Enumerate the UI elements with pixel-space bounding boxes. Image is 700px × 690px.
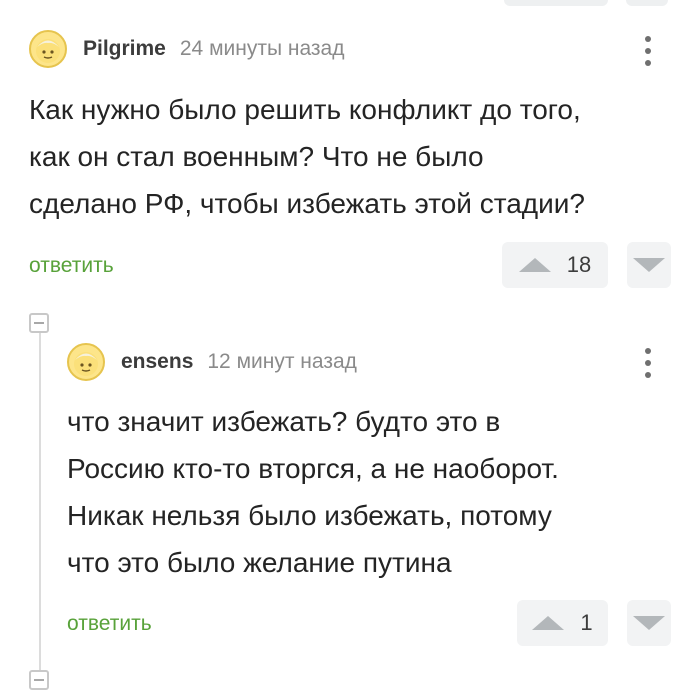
collapse-thread-button[interactable]	[29, 670, 49, 690]
author-name[interactable]: Pilgrime	[83, 37, 166, 61]
avatar-face-icon	[74, 352, 98, 376]
minus-icon	[34, 322, 44, 324]
comment-text-line: Как нужно было решить конфликт до того,	[29, 94, 581, 125]
comment-text-line: Никак нельзя было избежать, потому	[67, 500, 552, 531]
previous-downvote-edge	[626, 0, 668, 6]
upvote-button[interactable]: 18	[502, 242, 608, 288]
comment-text-line: Россию кто-то вторгся, а не наоборот.	[67, 453, 559, 484]
reply-link[interactable]: ответить	[29, 254, 114, 278]
comment-text: Как нужно было решить конфликт до того, …	[29, 86, 585, 227]
comment-text: что значит избежать? будто это в Россию …	[67, 398, 559, 586]
thread-line	[39, 332, 41, 677]
comment-text-line: сделано РФ, чтобы избежать этой стадии?	[29, 188, 585, 219]
downvote-button[interactable]	[627, 600, 671, 646]
vote-count: 1	[580, 610, 593, 635]
comment-text-line: что это было желание путина	[67, 547, 452, 578]
arrow-down-icon	[633, 616, 665, 630]
upvote-button[interactable]: 1	[517, 600, 608, 646]
comment-text-line: как он стал военным? Что не было	[29, 141, 484, 172]
comment-time: 24 минуты назад	[179, 37, 345, 60]
downvote-button[interactable]	[627, 242, 671, 288]
more-vertical-icon[interactable]	[643, 36, 653, 66]
comment-time: 12 минут назад	[207, 350, 357, 373]
arrow-down-icon	[633, 258, 665, 272]
reply-link[interactable]: ответить	[67, 612, 152, 636]
author-name[interactable]: ensens	[121, 350, 193, 374]
previous-vote-button-edge	[504, 0, 608, 6]
arrow-up-icon	[518, 258, 551, 272]
avatar[interactable]	[29, 30, 67, 68]
comment-text-line: что значит избежать? будто это в	[67, 406, 501, 437]
comment-header: ensens 12 минут назад	[67, 343, 357, 381]
arrow-up-icon	[532, 616, 565, 630]
collapse-thread-button[interactable]	[29, 313, 49, 333]
avatar[interactable]	[67, 343, 105, 381]
comment-header: Pilgrime 24 минуты назад	[29, 30, 344, 68]
avatar-face-icon	[36, 39, 60, 63]
minus-icon	[34, 679, 44, 681]
more-vertical-icon[interactable]	[643, 348, 653, 378]
vote-count: 18	[566, 252, 592, 277]
